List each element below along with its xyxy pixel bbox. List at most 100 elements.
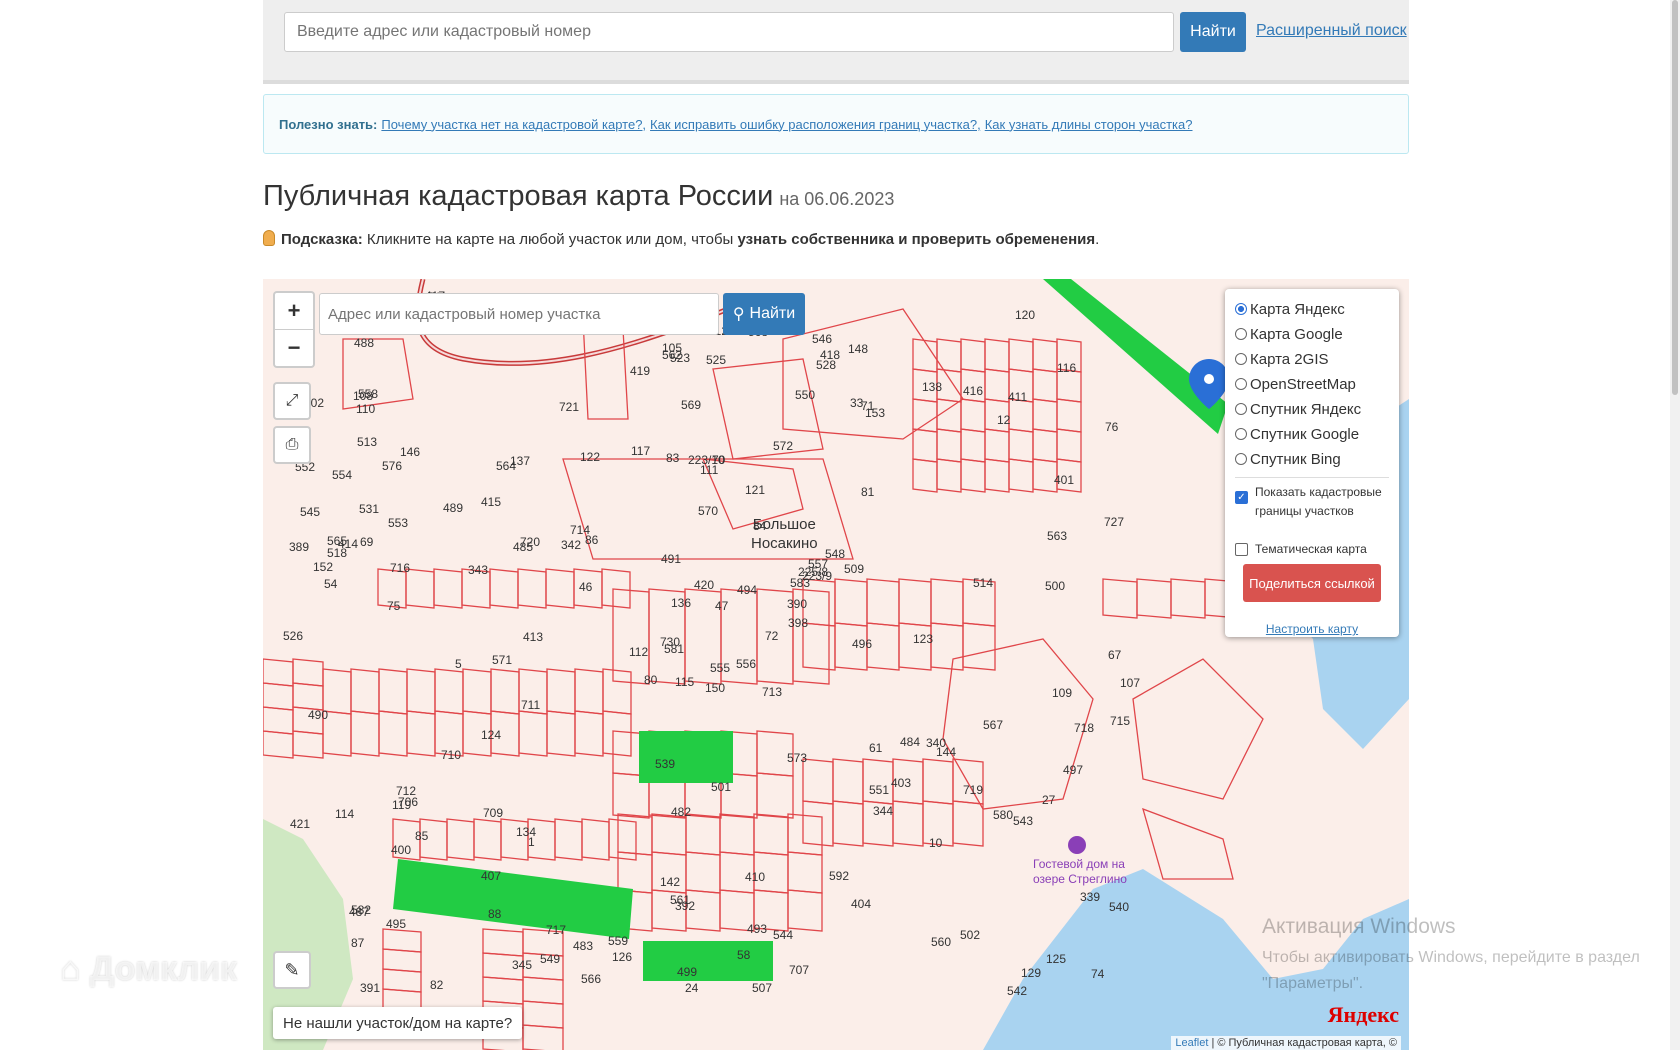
parcel-border <box>554 818 583 861</box>
parcel-number-label: 107 <box>1120 676 1140 690</box>
parcel-number-label: 501 <box>711 780 731 794</box>
not-found-button[interactable]: Не нашли участок/дом на карте? <box>273 1007 523 1039</box>
layer-option-sat-bing[interactable]: Спутник Bing <box>1235 448 1341 470</box>
parcel-border <box>406 710 436 757</box>
layer-option-sat-yandex[interactable]: Спутник Яндекс <box>1235 398 1361 420</box>
windows-activation-watermark: Активация Windows Чтобы активировать Win… <box>1262 915 1640 997</box>
parcel-border <box>1032 398 1058 433</box>
print-icon[interactable]: ⎙ <box>273 426 311 464</box>
hotel-line1: Гостевой дом на <box>1033 857 1125 871</box>
parcel-number-label: 150 <box>705 681 725 695</box>
show-borders-checkbox[interactable]: ✓ <box>1235 491 1248 504</box>
village-line2: Носакино <box>751 535 818 552</box>
leaflet-link[interactable]: Leaflet <box>1175 1037 1208 1049</box>
parcel-border <box>832 800 864 847</box>
parcel-number-label: 572 <box>773 439 793 453</box>
parcel-number-label: 483 <box>573 939 593 953</box>
highlighted-parcel-sw[interactable] <box>393 859 633 939</box>
parcel-number-label: 5 <box>455 657 462 671</box>
parcel-number-label: 83 <box>666 451 680 465</box>
radio-icon[interactable] <box>1235 403 1247 415</box>
layer-option-google[interactable]: Карта Google <box>1235 323 1343 345</box>
parcel-number-label: 719 <box>963 783 983 797</box>
zoom-in-button[interactable]: + <box>275 293 313 329</box>
radio-icon[interactable] <box>1235 428 1247 440</box>
parcel-border <box>1008 458 1034 493</box>
parcel-number-label: 58 <box>737 948 751 962</box>
pencil-icon[interactable]: ✎ <box>273 951 311 989</box>
parcel-number-label: 721 <box>559 400 579 414</box>
radio-icon[interactable] <box>1235 453 1247 465</box>
info-link-missing-parcel[interactable]: Почему участка нет на кадастровой карте?… <box>381 117 646 132</box>
hint-text: Кликните на карте на любой участок или д… <box>366 231 734 248</box>
parcel-border <box>292 682 324 711</box>
layer-label: OpenStreetMap <box>1250 375 1356 393</box>
yandex-logo[interactable]: Яндекс <box>1328 1002 1399 1028</box>
parcel-border <box>912 428 938 463</box>
parcel-number-label: 546 <box>812 332 832 346</box>
parcel-border <box>473 818 502 861</box>
hotel-icon[interactable] <box>1068 836 1086 854</box>
parcel-number-label: 565 <box>327 534 347 548</box>
setup-map-link[interactable]: Настроить карту <box>1225 622 1399 636</box>
layer-option-2gis[interactable]: Карта 2GIS <box>1235 348 1329 370</box>
parcel-number-label: 345 <box>512 958 532 972</box>
parcel-border <box>462 668 492 715</box>
info-link-side-lengths[interactable]: Как узнать длины сторон участка? <box>985 117 1193 132</box>
parcel-number-label: 123 <box>913 632 933 646</box>
layer-label: Спутник Яндекс <box>1250 400 1362 418</box>
parcel-number-label: 569 <box>681 398 701 412</box>
search-icon: ⚲ <box>732 306 745 323</box>
cadastral-map[interactable]: 1505765815825831148707172737475768081828… <box>263 279 1409 1050</box>
parcel-number-label: 124 <box>481 728 501 742</box>
advanced-search-link[interactable]: Расширенный поиск <box>1256 22 1407 40</box>
parcel-border <box>912 458 938 493</box>
info-link-fix-borders[interactable]: Как исправить ошибку расположения границ… <box>650 117 981 132</box>
attribution-text: | © Публичная кадастровая карта, © <box>1211 1037 1397 1049</box>
radio-icon[interactable] <box>1235 378 1247 390</box>
parcel-border <box>518 710 548 757</box>
thematic-checkbox[interactable] <box>1235 543 1248 556</box>
highlighted-parcel-s[interactable] <box>643 941 773 981</box>
parcel-number-label: 507 <box>752 981 772 995</box>
layer-option-sat-google[interactable]: Спутник Google <box>1235 423 1359 445</box>
location-pin-dot <box>1204 374 1214 384</box>
parcel-border <box>292 730 324 759</box>
zoom-out-button[interactable]: − <box>275 329 313 366</box>
find-button[interactable]: Найти <box>1180 12 1246 52</box>
parcel-border <box>912 398 938 433</box>
share-link-button[interactable]: Поделиться ссылкой <box>1243 564 1381 602</box>
parcel-border <box>651 813 687 856</box>
parcel-number-label: 109 <box>1052 686 1072 700</box>
parcel-number-label: 421 <box>290 817 310 831</box>
layer-option-osm[interactable]: OpenStreetMap <box>1235 373 1356 395</box>
parcel-number-label: 398 <box>788 616 808 630</box>
map-search-input[interactable] <box>319 293 719 335</box>
parcel-border <box>382 928 422 953</box>
parcel-border <box>522 1000 564 1029</box>
parcel-border <box>434 668 464 715</box>
parcel-number-label: 344 <box>873 804 893 818</box>
layers-panel: Карта Яндекс Карта Google Карта 2GIS Ope… <box>1225 289 1399 637</box>
parcel-border <box>601 568 631 609</box>
parcel-border <box>433 568 463 609</box>
parcel-border <box>546 668 576 715</box>
highlighted-parcel-center[interactable] <box>639 731 733 783</box>
parcel-border <box>802 622 836 671</box>
address-search-input[interactable] <box>284 12 1174 52</box>
parcel-number-label: 513 <box>357 435 377 449</box>
parcel-number-label: 47 <box>715 599 729 613</box>
page-title: Публичная кадастровая карта России на 06.… <box>263 180 894 213</box>
hotel-label[interactable]: Гостевой дом на озере Стреглино <box>1033 857 1127 887</box>
parcel-number-label: 550 <box>795 388 815 402</box>
radio-icon[interactable] <box>1235 303 1247 315</box>
map-find-button[interactable]: ⚲ Найти <box>723 293 805 335</box>
radio-icon[interactable] <box>1235 353 1247 365</box>
thematic-label: Тематическая карта <box>1255 542 1367 556</box>
highlighted-parcel-ne[interactable] <box>1043 279 1228 434</box>
layer-option-yandex[interactable]: Карта Яндекс <box>1235 298 1345 320</box>
radio-icon[interactable] <box>1235 328 1247 340</box>
parcel-number-label: 545 <box>300 505 320 519</box>
scrollbar-thumb[interactable] <box>1672 0 1678 395</box>
fullscreen-icon[interactable]: ⤢ <box>273 382 311 420</box>
